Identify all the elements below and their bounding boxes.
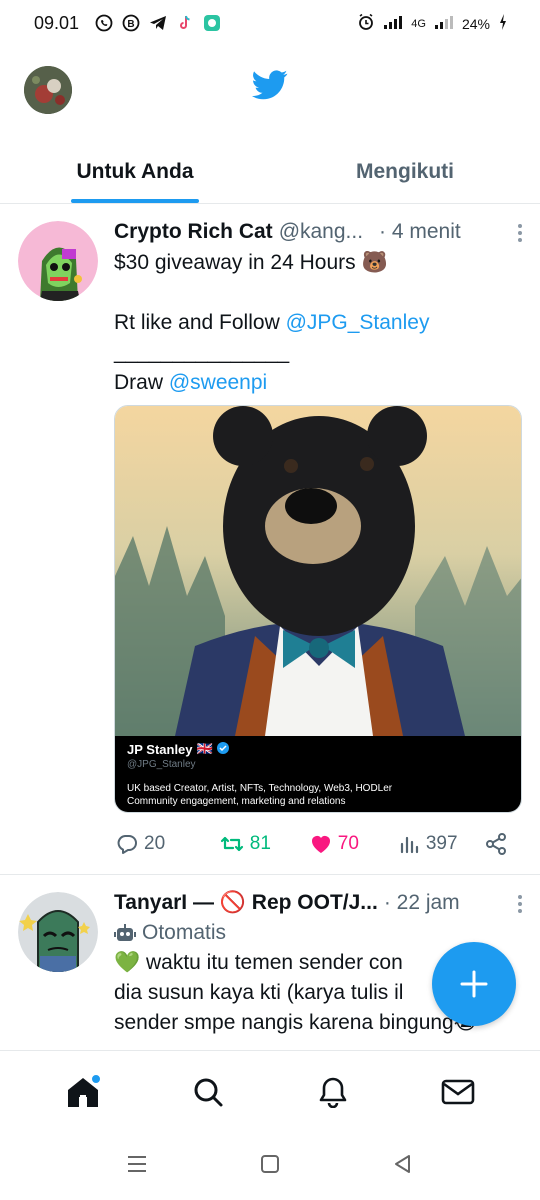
tweet-line: Draw (114, 371, 169, 394)
tweet-line: Rt like and Follow (114, 311, 286, 334)
timeline-tabs: Untuk Anda Mengikuti (0, 140, 540, 204)
retweet-icon (220, 836, 243, 852)
more-options-icon[interactable] (510, 894, 530, 918)
battery-icon (498, 13, 508, 34)
like-button[interactable]: 70 (308, 832, 398, 856)
app-icon (202, 13, 222, 33)
card-name-row: JP Stanley 🇬🇧 (127, 742, 511, 757)
signal-icon (383, 14, 403, 33)
tab-following[interactable]: Mengikuti (270, 140, 540, 203)
twitter-logo-icon (252, 70, 288, 100)
tweet-author-avatar[interactable] (18, 221, 98, 301)
mention-link[interactable]: @JPG_Stanley (286, 311, 430, 334)
back-icon[interactable] (392, 1153, 414, 1180)
whatsapp-icon (94, 13, 114, 33)
tiktok-icon (175, 13, 195, 33)
share-button[interactable] (484, 832, 508, 856)
status-system-icons: 4G 24% (357, 13, 508, 34)
nav-home[interactable] (53, 1062, 113, 1122)
views-button[interactable]: 397 (398, 832, 484, 856)
tab-following-label: Mengikuti (356, 159, 454, 183)
compose-tweet-button[interactable] (432, 942, 516, 1026)
mention-link[interactable]: @sweenpi (169, 371, 267, 394)
tab-for-you[interactable]: Untuk Anda (0, 140, 270, 203)
tab-for-you-label: Untuk Anda (76, 159, 194, 183)
nav-notifications[interactable] (303, 1062, 363, 1122)
tweet-media-image[interactable]: JP Stanley 🇬🇧 @JPG_Stanley UK based Crea… (114, 405, 522, 813)
heart-icon (311, 836, 330, 853)
tweet-actions: 20 81 70 397 (114, 829, 508, 859)
tweet-timestamp[interactable]: · 22 jam (384, 891, 460, 915)
svg-text:B: B (127, 19, 134, 30)
bear-emoji: 🐻 (361, 250, 388, 274)
notifications-icon (319, 1077, 346, 1108)
card-bio: UK based Creator, Artist, NFTs, Technolo… (127, 782, 511, 808)
status-time: 09.01 (34, 13, 80, 33)
reply-count: 20 (144, 833, 166, 854)
active-tab-indicator (71, 199, 199, 203)
profile-card-overlay: JP Stanley 🇬🇧 @JPG_Stanley UK based Crea… (115, 736, 521, 812)
status-notification-icons: B (94, 13, 222, 33)
tweet-author-name[interactable]: TanyarI — 🚫 Rep OOT/J... (114, 891, 378, 915)
tweet-timestamp[interactable]: · 4 menit (379, 220, 461, 244)
network-type: 4G (411, 17, 426, 30)
views-icon (400, 836, 418, 854)
recents-icon[interactable] (126, 1154, 148, 1179)
share-icon (486, 833, 506, 855)
like-count: 70 (337, 833, 359, 854)
system-navigation (0, 1132, 540, 1200)
home-button-icon[interactable] (259, 1153, 281, 1180)
messages-icon (441, 1079, 474, 1104)
tweet-body: Crypto Rich Cat @kang... · 4 menit $30 g… (114, 217, 522, 398)
bottom-navigation (0, 1050, 540, 1132)
card-bio-line: UK based Creator, Artist, NFTs, Technolo… (127, 783, 393, 794)
tweet-header: Crypto Rich Cat @kang... · 4 menit (114, 217, 522, 247)
nav-search[interactable] (178, 1062, 238, 1122)
new-content-dot (90, 1073, 101, 1084)
b-icon: B (121, 13, 141, 33)
robot-icon (114, 924, 136, 941)
alarm-icon (357, 13, 375, 34)
plus-icon (460, 970, 488, 998)
card-handle: @JPG_Stanley (127, 759, 196, 770)
retweet-count: 81 (249, 833, 271, 854)
tweet-author-avatar[interactable] (18, 892, 98, 972)
tweet-line: $30 giveaway in 24 Hours (114, 251, 362, 274)
nav-messages[interactable] (428, 1062, 488, 1122)
automated-text: Otomatis (142, 921, 227, 944)
card-name: JP Stanley (127, 742, 193, 757)
battery-percent: 24% (461, 15, 490, 32)
tweet-author-handle[interactable]: @kang... (279, 220, 363, 244)
card-bio-line: Community engagement, marketing and rela… (127, 796, 346, 807)
reply-button[interactable]: 20 (114, 832, 218, 856)
bear-portrait-image (115, 406, 521, 736)
more-options-icon[interactable] (510, 223, 530, 247)
view-count: 397 (425, 833, 458, 854)
retweet-button[interactable]: 81 (218, 832, 308, 856)
tweet-line: 💚 waktu itu temen sender con (114, 951, 403, 974)
app-header (0, 48, 540, 140)
uk-flag-emoji: 🇬🇧 (196, 742, 213, 757)
profile-avatar[interactable] (24, 66, 72, 114)
verified-badge-icon (216, 742, 229, 757)
tweet-header: TanyarI — 🚫 Rep OOT/J... · 22 jam (114, 888, 522, 918)
tweet[interactable]: Crypto Rich Cat @kang... · 4 menit $30 g… (0, 205, 540, 875)
search-icon (194, 1078, 222, 1106)
telegram-icon (148, 13, 168, 33)
reply-icon (117, 835, 137, 854)
tweet-line: _______________ (114, 341, 290, 364)
tweet-text: $30 giveaway in 24 Hours 🐻 Rt like and F… (114, 247, 522, 398)
status-bar: 09.01 B 4G 24% (0, 0, 540, 48)
signal-icon-2 (434, 14, 454, 33)
tweet-author-name[interactable]: Crypto Rich Cat (114, 220, 273, 244)
